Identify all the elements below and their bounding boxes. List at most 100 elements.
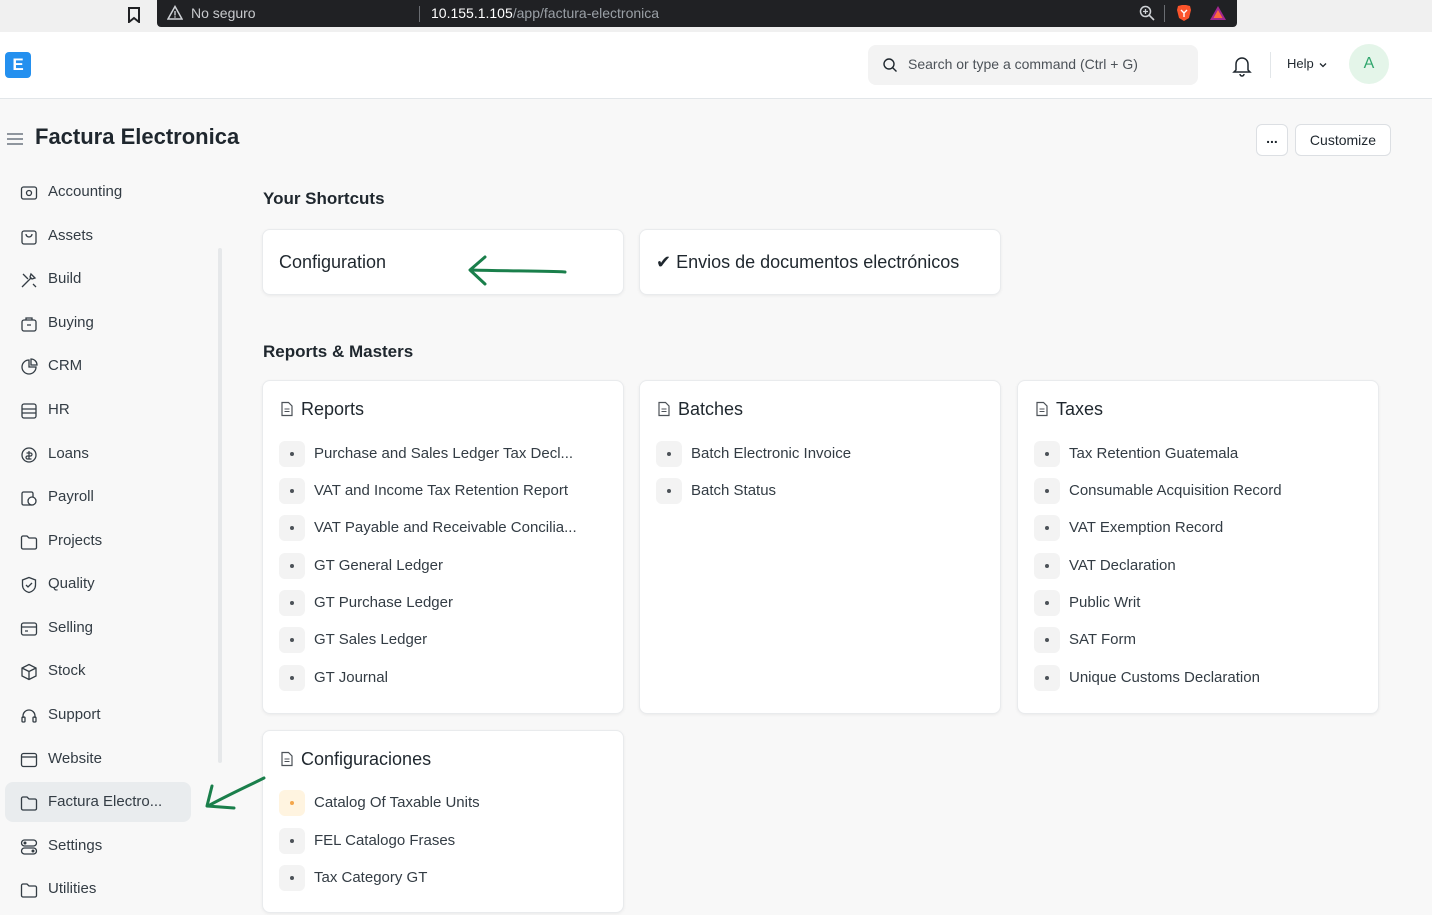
url-host: 10.155.1.105 — [431, 5, 513, 21]
sidebar-scrollbar[interactable] — [218, 248, 222, 763]
selling-icon — [20, 622, 38, 636]
bullet-dot — [279, 515, 305, 541]
brave-rewards-icon[interactable] — [1209, 5, 1227, 21]
sidebar-item-label: Selling — [48, 619, 94, 636]
link-label: Tax Category GT — [314, 869, 428, 886]
document-icon — [281, 751, 293, 767]
bullet-dot — [1034, 627, 1060, 653]
annotation-arrow-down-left-icon — [205, 776, 266, 810]
link-label: Catalog Of Taxable Units — [314, 794, 480, 811]
sidebar-item-quality[interactable]: Quality — [5, 564, 191, 604]
bookmark-icon[interactable] — [128, 7, 140, 23]
app-navbar: E Search or type a command (Ctrl + G) He… — [0, 32, 1432, 99]
bullet-dot — [1034, 665, 1060, 691]
hr-icon — [21, 403, 37, 419]
bullet-dot — [279, 865, 305, 891]
sidebar-item-hr[interactable]: HR — [5, 390, 191, 430]
sidebar-toggle-icon[interactable] — [7, 132, 23, 146]
document-icon — [281, 401, 293, 417]
more-options-button[interactable]: ... — [1256, 124, 1288, 156]
sidebar-item-loans[interactable]: Loans — [5, 434, 191, 474]
assets-icon — [21, 230, 37, 245]
bullet-dot-warning — [279, 790, 305, 816]
stock-icon — [21, 663, 37, 681]
folder-icon — [20, 796, 38, 811]
sidebar-item-website[interactable]: Website — [5, 739, 191, 779]
card-batches: Batches Batch Electronic Invoice Batch S… — [639, 380, 1001, 714]
customize-button[interactable]: Customize — [1295, 124, 1391, 156]
warning-icon[interactable] — [167, 5, 183, 21]
sidebar-item-label: Assets — [48, 227, 94, 244]
folder-icon — [20, 535, 38, 550]
sidebar-item-label: CRM — [48, 357, 83, 374]
link-label: VAT Exemption Record — [1069, 519, 1224, 536]
url-text[interactable]: 10.155.1.105/app/factura-electronica — [431, 5, 659, 21]
zoom-icon[interactable] — [1139, 5, 1155, 21]
shortcut-label: ✔ Envios de documentos electrónicos — [656, 252, 960, 272]
bullet-dot — [656, 441, 682, 467]
card-title-text: Reports — [301, 399, 365, 419]
build-icon — [21, 272, 37, 288]
divider — [419, 6, 420, 22]
sidebar-item-buying[interactable]: Buying — [5, 303, 191, 343]
card-title: Batches — [656, 399, 743, 420]
help-dropdown[interactable]: Help — [1287, 56, 1328, 71]
security-status[interactable]: No seguro — [191, 5, 256, 21]
sidebar-item-factura-electronica[interactable]: Factura Electro... — [5, 782, 191, 822]
shortcut-configuration[interactable]: Configuration — [262, 229, 624, 295]
sidebar-item-support[interactable]: Support — [5, 695, 191, 735]
headset-icon — [21, 709, 37, 723]
annotation-arrow-left-icon — [468, 255, 567, 286]
user-avatar[interactable]: A — [1349, 44, 1389, 84]
website-icon — [20, 752, 38, 768]
sidebar-item-label: Buying — [48, 314, 94, 331]
notification-bell-icon[interactable] — [1232, 55, 1252, 77]
brave-shield-icon[interactable] — [1176, 4, 1192, 22]
card-taxes: Taxes Tax Retention Guatemala Consumable… — [1017, 380, 1379, 714]
card-title-text: Taxes — [1056, 399, 1104, 419]
card-title-text: Configuraciones — [301, 749, 432, 769]
link-label: Consumable Acquisition Record — [1069, 482, 1282, 499]
bullet-dot — [656, 478, 682, 504]
reports-masters-heading: Reports & Masters — [263, 342, 414, 361]
app-logo[interactable]: E — [5, 52, 31, 78]
sidebar-item-label: Stock — [48, 662, 86, 679]
sidebar-item-accounting[interactable]: Accounting — [5, 172, 191, 212]
chevron-down-icon — [1319, 62, 1327, 67]
sidebar-item-payroll[interactable]: Payroll — [5, 477, 191, 517]
sidebar-item-stock[interactable]: Stock — [5, 651, 191, 691]
sidebar-item-build[interactable]: Build — [5, 259, 191, 299]
card-reports: Reports Purchase and Sales Ledger Tax De… — [262, 380, 624, 714]
link-label: Purchase and Sales Ledger Tax Decl... — [314, 445, 574, 462]
card-title-text: Batches — [678, 399, 744, 419]
accounting-icon — [20, 186, 38, 200]
search-bar[interactable]: Search or type a command (Ctrl + G) — [868, 45, 1198, 85]
sidebar-item-crm[interactable]: CRM — [5, 346, 191, 386]
sidebar-item-selling[interactable]: Selling — [5, 608, 191, 648]
document-icon — [658, 401, 670, 417]
divider — [1164, 5, 1165, 22]
shortcut-envios[interactable]: ✔ Envios de documentos electrónicos — [639, 229, 1001, 295]
card-title: Reports — [279, 399, 364, 420]
sidebar-item-utilities[interactable]: Utilities — [5, 869, 191, 909]
sidebar-item-label: Settings — [48, 837, 103, 854]
loans-icon — [21, 447, 37, 463]
sidebar-item-projects[interactable]: Projects — [5, 521, 191, 561]
card-title: Taxes — [1034, 399, 1103, 420]
settings-icon — [20, 839, 38, 855]
folder-icon — [20, 883, 38, 898]
sidebar-item-label: Utilities — [48, 880, 97, 897]
quality-icon — [21, 576, 37, 594]
sidebar-item-label: Payroll — [48, 488, 94, 505]
bullet-dot — [1034, 515, 1060, 541]
sidebar-item-assets[interactable]: Assets — [5, 216, 191, 256]
bullet-dot — [279, 441, 305, 467]
sidebar-item-label: Quality — [48, 575, 95, 592]
link-label: Public Writ — [1069, 594, 1141, 611]
address-bar[interactable]: No seguro 10.155.1.105/app/factura-elect… — [157, 0, 1237, 27]
bullet-dot — [279, 665, 305, 691]
bullet-dot — [1034, 590, 1060, 616]
sidebar-item-settings[interactable]: Settings — [5, 826, 191, 866]
link-label: Batch Status — [691, 482, 777, 499]
link-label: GT General Ledger — [314, 557, 443, 574]
